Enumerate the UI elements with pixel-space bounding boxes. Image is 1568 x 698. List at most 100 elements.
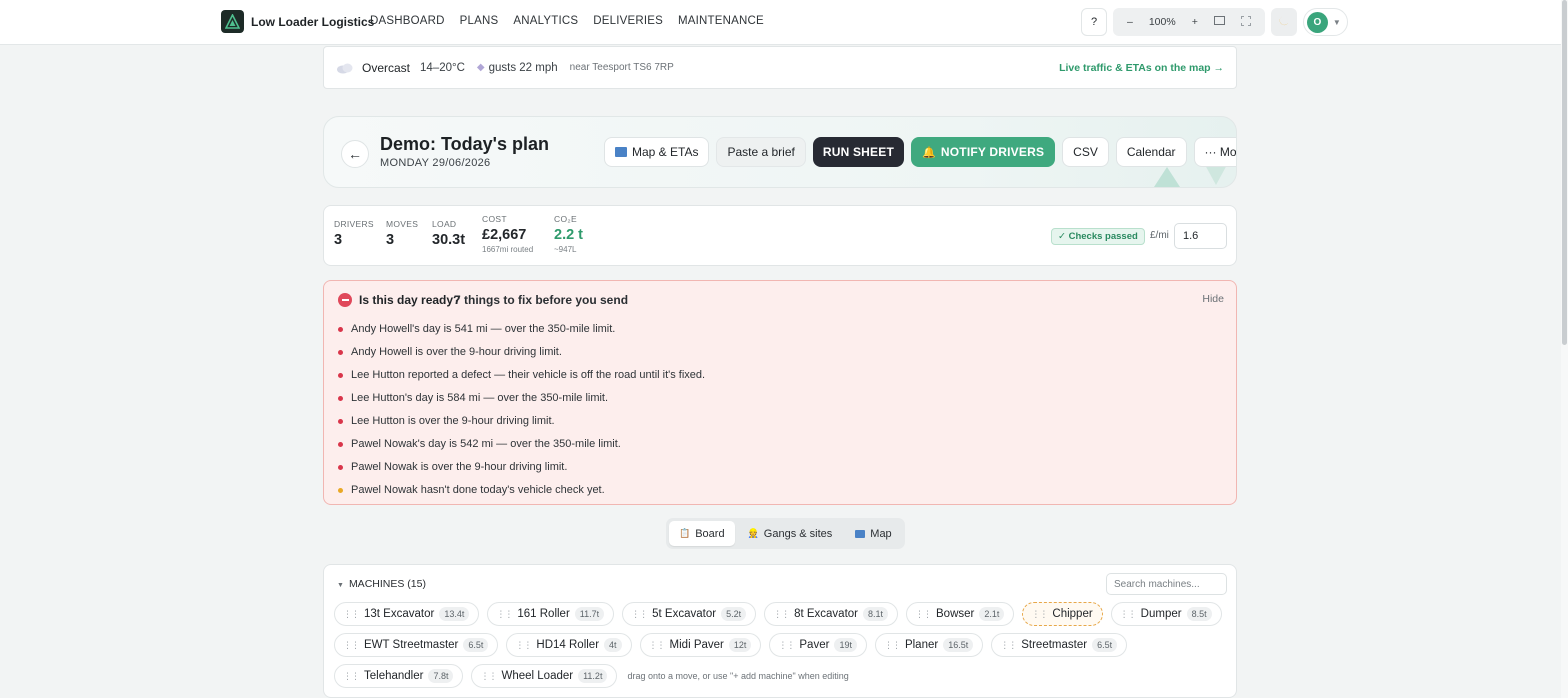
zoom-in-button[interactable]: + <box>1184 16 1206 28</box>
chevron-down-icon: ▼ <box>1332 17 1341 27</box>
zoom-controls: – 100% + <box>1113 8 1265 36</box>
list-item: Andy Howell is over the 9-hour driving l… <box>338 340 705 363</box>
worker-icon: 👷 <box>747 528 759 538</box>
alert-item-text: Lee Hutton's day is 584 mi — over the 35… <box>351 391 609 404</box>
machine-chip[interactable]: ⋮⋮ Planer 16.5t <box>874 633 984 657</box>
machine-chip[interactable]: ⋮⋮ EWT Streetmaster 6.5t <box>334 633 499 657</box>
drag-handle-icon: ⋮⋮ <box>648 639 666 650</box>
weather-location: near Teesport TS6 7RP <box>569 62 674 73</box>
nav-deliveries[interactable]: DELIVERIES <box>593 15 663 27</box>
machine-chip[interactable]: ⋮⋮ Telehandler 7.8t <box>334 664 464 688</box>
list-item: Andy Howell's day is 541 mi — over the 3… <box>338 317 705 340</box>
machine-chip[interactable]: ⋮⋮ Streetmaster 6.5t <box>991 633 1128 657</box>
back-button[interactable]: ← <box>341 140 369 168</box>
avatar: O <box>1306 11 1328 33</box>
tab-map[interactable]: Map <box>845 521 901 546</box>
fullscreen-icon[interactable] <box>1233 15 1259 29</box>
moon-icon <box>1278 15 1290 30</box>
tab-gangs-sites[interactable]: 👷 Gangs & sites <box>738 521 843 546</box>
warning-dot-icon <box>338 488 343 493</box>
stat-value: 3 <box>386 232 395 248</box>
map-etas-button[interactable]: Map & ETAs <box>604 137 710 167</box>
machine-name: 5t Excavator <box>652 608 717 620</box>
stat-moves: MOVES 3 <box>386 219 418 248</box>
view-tabs: 📋 Board 👷 Gangs & sites Map <box>666 518 905 549</box>
machines-panel: ▼ MACHINES (15) ⋮⋮ 13t Excavator 13.4t ⋮⋮ 16… <box>323 564 1237 698</box>
nav-maintenance[interactable]: MAINTENANCE <box>678 15 764 27</box>
list-item: Lee Hutton reported a defect — their veh… <box>338 363 705 386</box>
hide-alert-button[interactable]: Hide <box>1202 293 1224 305</box>
stat-co2e: CO₂E 2.2 t ~947L <box>554 214 583 254</box>
machine-chip[interactable]: ⋮⋮ Paver 19t <box>769 633 867 657</box>
stat-label: DRIVERS <box>334 219 374 229</box>
plan-header: ← Demo: Today's plan MONDAY 29/06/2026 M… <box>323 116 1237 188</box>
calendar-button[interactable]: Calendar <box>1115 137 1187 167</box>
machine-chips: ⋮⋮ 13t Excavator 13.4t ⋮⋮ 161 Roller 11.7t ⋮… <box>334 602 1224 688</box>
search-machines-input[interactable] <box>1106 573 1227 595</box>
error-dot-icon <box>338 373 343 378</box>
machine-chip[interactable]: ⋮⋮ Midi Paver 12t <box>639 633 762 657</box>
machine-weight: 5.2t <box>721 607 747 621</box>
scrollbar-thumb[interactable] <box>1562 0 1567 345</box>
paste-brief-button[interactable]: Paste a brief <box>716 137 806 167</box>
machine-name: Midi Paver <box>669 639 724 651</box>
alert-list: Andy Howell's day is 541 mi — over the 3… <box>338 317 705 501</box>
drag-handle-icon: ⋮⋮ <box>915 608 932 619</box>
dark-mode-toggle[interactable] <box>1270 8 1297 36</box>
machine-chip[interactable]: ⋮⋮ 5t Excavator 5.2t <box>622 602 757 626</box>
zoom-out-button[interactable]: – <box>1119 16 1141 28</box>
alert-item-text: Andy Howell's day is 541 mi — over the 3… <box>351 322 616 335</box>
machine-weight: 2.1t <box>979 607 1005 621</box>
run-sheet-button[interactable]: RUN SHEET <box>812 137 904 167</box>
help-button[interactable]: ? <box>1081 8 1107 36</box>
weather-temperature: 14–20°C <box>420 61 465 74</box>
machine-chip[interactable]: ⋮⋮ Bowser 2.1t <box>906 602 1015 626</box>
tab-label: Gangs & sites <box>763 527 833 540</box>
machine-name: EWT Streetmaster <box>364 639 459 651</box>
alert-title: Is this day ready? <box>359 293 461 307</box>
machine-name: Dumper <box>1140 608 1182 620</box>
machine-chip[interactable]: ⋮⋮ 13t Excavator 13.4t <box>334 602 480 626</box>
csv-button[interactable]: CSV <box>1062 137 1109 167</box>
machine-weight: 6.5t <box>463 638 489 652</box>
drag-handle-icon: ⋮⋮ <box>1031 608 1048 619</box>
brand-name: Low Loader Logistics <box>251 14 375 29</box>
map-etas-label: Map & ETAs <box>632 145 699 159</box>
per-mile-input[interactable] <box>1174 223 1227 249</box>
cloud-icon <box>336 62 354 74</box>
machine-chip[interactable]: ⋮⋮ Dumper 8.5t <box>1110 602 1222 626</box>
nav-plans[interactable]: PLANS <box>460 15 499 27</box>
notify-drivers-button[interactable]: 🔔 NOTIFY DRIVERS <box>910 137 1056 167</box>
machines-toggle[interactable]: ▼ MACHINES (15) <box>337 578 426 590</box>
toolbar: ? – 100% + O ▼ <box>1081 8 1348 36</box>
tab-board[interactable]: 📋 Board <box>669 521 735 546</box>
map-icon <box>855 529 866 538</box>
plan-stats: DRIVERS 3 MOVES 3 LOAD 30.3t COST £2,667… <box>323 205 1237 266</box>
weather-condition: Overcast <box>362 60 411 75</box>
alert-item-text: Pawel Nowak hasn't done today's vehicle … <box>351 483 605 496</box>
machine-chip[interactable]: ⋮⋮ HD14 Roller 4t <box>506 633 632 657</box>
error-dot-icon <box>338 350 343 355</box>
machine-chip[interactable]: ⋮⋮ Wheel Loader 11.2t <box>471 664 618 688</box>
more-button[interactable]: ··· More <box>1193 137 1236 167</box>
list-item: Pawel Nowak hasn't done today's vehicle … <box>338 478 705 501</box>
machine-chip[interactable]: ⋮⋮ 161 Roller 11.7t <box>487 602 615 626</box>
alert-item-text: Pawel Nowak's day is 542 mi — over the 3… <box>351 437 621 450</box>
live-traffic-link[interactable]: Live traffic & ETAs on the map → <box>1059 62 1224 74</box>
machines-header: MACHINES (15) <box>348 578 426 590</box>
nav-dashboard[interactable]: DASHBOARD <box>370 15 445 27</box>
machine-chip[interactable]: ⋮⋮ 8t Excavator 8.1t <box>764 602 899 626</box>
window-icon[interactable] <box>1206 16 1233 28</box>
stat-drivers: DRIVERS 3 <box>334 219 374 248</box>
machine-name: 161 Roller <box>517 608 570 620</box>
machine-name: Paver <box>799 639 830 651</box>
error-dot-icon <box>338 327 343 332</box>
alert-item-text: Lee Hutton reported a defect — their veh… <box>351 368 706 381</box>
list-item: Pawel Nowak is over the 9-hour driving l… <box>338 455 705 478</box>
machine-chip[interactable]: ⋮⋮ Chipper <box>1022 602 1103 626</box>
drag-handle-icon: ⋮⋮ <box>1000 639 1017 650</box>
wind-icon: ◆ <box>476 62 485 73</box>
user-menu[interactable]: O ▼ <box>1302 8 1348 36</box>
nav-analytics[interactable]: ANALYTICS <box>513 15 578 27</box>
brand[interactable]: Low Loader Logistics <box>221 10 374 33</box>
